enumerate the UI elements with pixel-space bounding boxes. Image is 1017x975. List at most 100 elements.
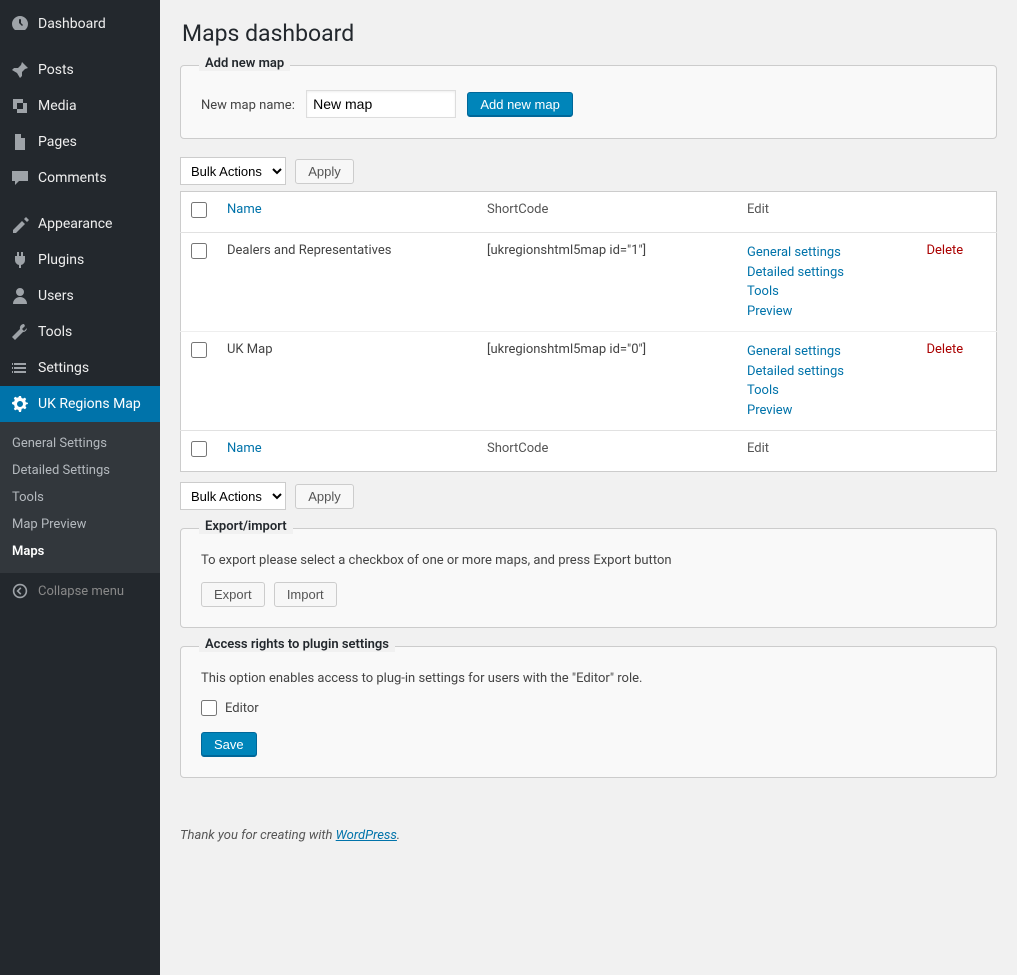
media-icon — [10, 96, 30, 116]
table-row: Dealers and Representatives[ukregionshtm… — [181, 233, 997, 332]
export-import-fieldset: Export/import To export please select a … — [180, 528, 997, 628]
row-name: UK Map — [217, 332, 477, 431]
sidebar-item-label: Dashboard — [38, 16, 106, 32]
sidebar-item-plugins[interactable]: Plugins — [0, 242, 160, 278]
sidebar-submenu: General Settings Detailed Settings Tools… — [0, 422, 160, 573]
plugin-icon — [10, 250, 30, 270]
maps-table: Name ShortCode Edit Dealers and Represen… — [180, 191, 997, 472]
editor-checkbox[interactable] — [201, 700, 217, 716]
sidebar-item-pages[interactable]: Pages — [0, 124, 160, 160]
select-all-top-checkbox[interactable] — [191, 202, 207, 218]
collapse-menu[interactable]: Collapse menu — [0, 573, 160, 609]
select-all-bottom-checkbox[interactable] — [191, 441, 207, 457]
sidebar-item-label: Appearance — [38, 216, 112, 232]
row-actions: General settingsDetailed settingsToolsPr… — [737, 233, 917, 332]
access-rights-text: This option enables access to plug-in se… — [201, 671, 976, 686]
editor-checkbox-label[interactable]: Editor — [201, 700, 976, 716]
add-new-map-button[interactable]: Add new map — [467, 92, 573, 117]
col-header-name[interactable]: Name — [217, 192, 477, 233]
access-rights-fieldset: Access rights to plugin settings This op… — [180, 646, 997, 778]
row-action-link[interactable]: Preview — [747, 401, 907, 421]
comments-icon — [10, 168, 30, 188]
row-action-link[interactable]: Tools — [747, 381, 907, 401]
main-content: Maps dashboard Add new map New map name:… — [160, 0, 1017, 975]
sidebar-item-users[interactable]: Users — [0, 278, 160, 314]
export-import-legend: Export/import — [199, 519, 293, 534]
row-shortcode: [ukregionshtml5map id="1"] — [477, 233, 737, 332]
tablenav-top: Bulk Actions Apply — [180, 157, 997, 185]
wordpress-link[interactable]: WordPress — [336, 828, 397, 843]
export-import-text: To export please select a checkbox of on… — [201, 553, 976, 568]
sidebar-item-label: Media — [38, 98, 77, 114]
pin-icon — [10, 60, 30, 80]
dashboard-icon — [10, 14, 30, 34]
export-button[interactable]: Export — [201, 582, 265, 607]
submenu-maps[interactable]: Maps — [0, 538, 160, 565]
sidebar-item-posts[interactable]: Posts — [0, 52, 160, 88]
submenu-detailed-settings[interactable]: Detailed Settings — [0, 457, 160, 484]
sidebar-item-tools[interactable]: Tools — [0, 314, 160, 350]
admin-sidebar: Dashboard Posts Media Pages Comments App… — [0, 0, 160, 975]
collapse-label: Collapse menu — [38, 584, 124, 599]
delete-link[interactable]: Delete — [927, 342, 964, 357]
col-header-edit: Edit — [737, 192, 917, 233]
sidebar-item-label: Plugins — [38, 252, 84, 268]
footer-text-before: Thank you for creating with — [180, 828, 336, 843]
row-action-link[interactable]: Tools — [747, 282, 907, 302]
tools-icon — [10, 322, 30, 342]
page-title: Maps dashboard — [182, 20, 997, 47]
col-footer-shortcode: ShortCode — [477, 431, 737, 472]
sidebar-item-label: Pages — [38, 134, 77, 150]
save-button[interactable]: Save — [201, 732, 257, 757]
settings-icon — [10, 358, 30, 378]
sidebar-item-label: Posts — [38, 62, 74, 78]
submenu-tools[interactable]: Tools — [0, 484, 160, 511]
sidebar-item-label: UK Regions Map — [38, 396, 141, 412]
row-action-link[interactable]: Detailed settings — [747, 263, 907, 283]
table-row: UK Map[ukregionshtml5map id="0"]General … — [181, 332, 997, 431]
sidebar-item-label: Users — [38, 288, 74, 304]
pages-icon — [10, 132, 30, 152]
collapse-icon — [10, 581, 30, 601]
sidebar-item-media[interactable]: Media — [0, 88, 160, 124]
submenu-map-preview[interactable]: Map Preview — [0, 511, 160, 538]
access-rights-legend: Access rights to plugin settings — [199, 637, 395, 652]
row-action-link[interactable]: General settings — [747, 243, 907, 263]
sidebar-item-comments[interactable]: Comments — [0, 160, 160, 196]
bulk-actions-select-top[interactable]: Bulk Actions — [180, 157, 286, 185]
submenu-general-settings[interactable]: General Settings — [0, 430, 160, 457]
tablenav-bottom: Bulk Actions Apply — [180, 482, 997, 510]
row-shortcode: [ukregionshtml5map id="0"] — [477, 332, 737, 431]
row-action-link[interactable]: Detailed settings — [747, 362, 907, 382]
apply-button-bottom[interactable]: Apply — [295, 484, 354, 509]
sidebar-item-settings[interactable]: Settings — [0, 350, 160, 386]
sidebar-item-uk-regions-map[interactable]: UK Regions Map — [0, 386, 160, 422]
bulk-actions-select-bottom[interactable]: Bulk Actions — [180, 482, 286, 510]
users-icon — [10, 286, 30, 306]
row-action-link[interactable]: Preview — [747, 302, 907, 322]
sidebar-item-label: Settings — [38, 360, 89, 376]
gear-icon — [10, 394, 30, 414]
new-map-name-input[interactable] — [306, 90, 456, 118]
delete-link[interactable]: Delete — [927, 243, 964, 258]
sidebar-item-label: Comments — [38, 170, 107, 186]
row-actions: General settingsDetailed settingsToolsPr… — [737, 332, 917, 431]
wp-footer: Thank you for creating with WordPress. — [180, 828, 997, 843]
row-action-link[interactable]: General settings — [747, 342, 907, 362]
sidebar-item-label: Tools — [38, 324, 72, 340]
add-new-map-fieldset: Add new map New map name: Add new map — [180, 65, 997, 139]
appearance-icon — [10, 214, 30, 234]
col-footer-edit: Edit — [737, 431, 917, 472]
footer-text-after: . — [397, 828, 400, 843]
col-header-shortcode: ShortCode — [477, 192, 737, 233]
row-checkbox[interactable] — [191, 342, 207, 358]
col-footer-name[interactable]: Name — [217, 431, 477, 472]
apply-button-top[interactable]: Apply — [295, 159, 354, 184]
add-new-map-legend: Add new map — [199, 56, 290, 71]
editor-label-text: Editor — [225, 701, 259, 716]
sidebar-item-appearance[interactable]: Appearance — [0, 206, 160, 242]
sidebar-item-dashboard[interactable]: Dashboard — [0, 6, 160, 42]
row-checkbox[interactable] — [191, 243, 207, 259]
new-map-label: New map name: — [201, 98, 295, 113]
import-button[interactable]: Import — [274, 582, 337, 607]
